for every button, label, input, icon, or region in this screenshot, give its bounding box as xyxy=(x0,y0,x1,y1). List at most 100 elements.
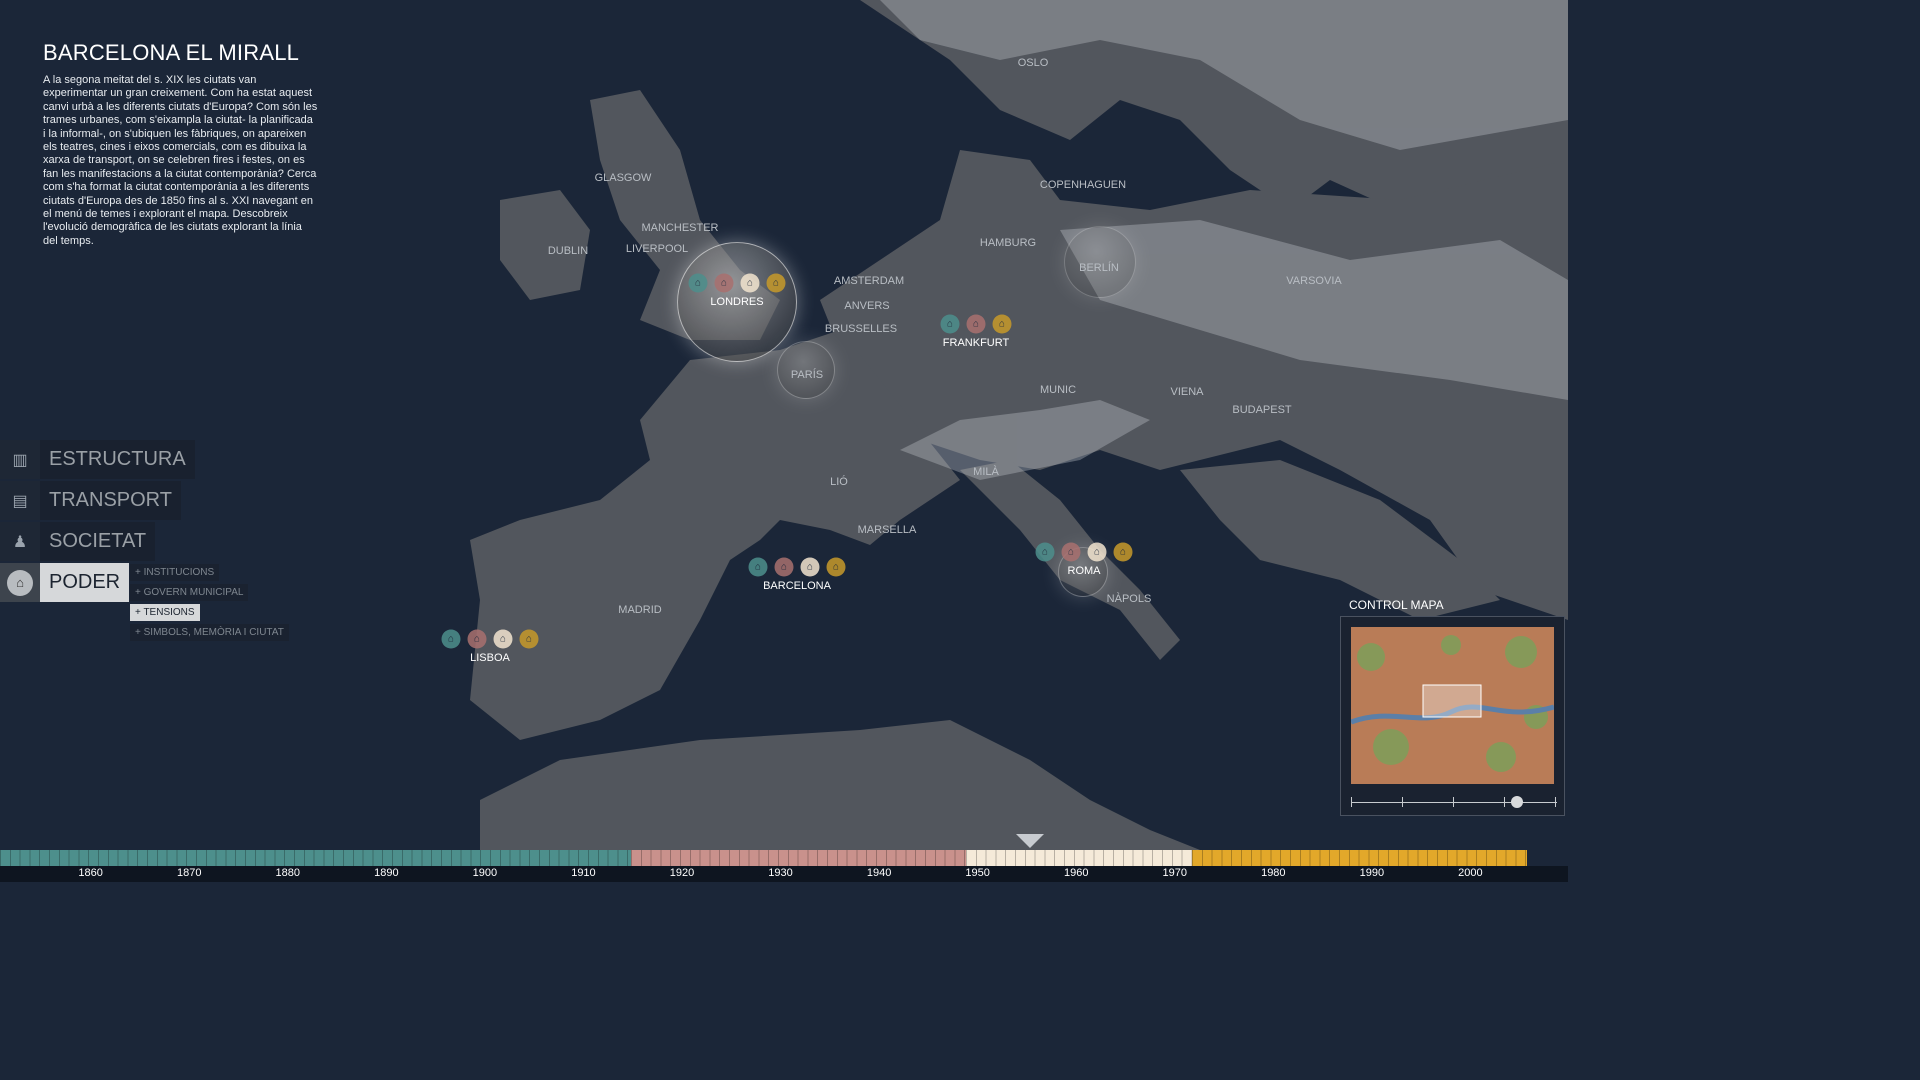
city-label-amsterdam[interactable]: AMSTERDAM xyxy=(834,275,904,287)
institution-icon[interactable]: ⌂ xyxy=(766,273,786,293)
menu-item-label: TRANSPORT xyxy=(40,481,181,520)
city-label-copenhaguen[interactable]: COPENHAGUEN xyxy=(1040,179,1126,191)
institution-icon[interactable]: ⌂ xyxy=(688,273,708,293)
intro-panel: BARCELONA EL MIRALL A la segona meitat d… xyxy=(43,40,318,248)
zoom-slider-handle[interactable] xyxy=(1511,796,1523,808)
submenu-item-institucions[interactable]: + INSTITUCIONS xyxy=(130,564,220,581)
city-label-frankfurt[interactable]: FRANKFURT xyxy=(943,337,1009,349)
city-label-viena[interactable]: VIENA xyxy=(1170,386,1203,398)
institution-icon[interactable]: ⌂ xyxy=(748,557,768,577)
timeline-years: 1860 1870 1880 1890 1900 1910 1920 1930 1940 1950… xyxy=(0,866,1568,882)
city-label-londres[interactable]: LONDRES xyxy=(710,296,763,308)
roma-theme-dots: ⌂ ⌂ ⌂ ⌂ xyxy=(1035,542,1133,562)
city-label-paris[interactable]: PARÍS xyxy=(791,369,823,381)
city-label-glasgow[interactable]: GLASGOW xyxy=(595,172,652,184)
institution-icon[interactable]: ⌂ xyxy=(992,314,1012,334)
city-label-manchester[interactable]: MANCHESTER xyxy=(641,222,718,234)
timeline-year-label: 1930 xyxy=(768,867,793,879)
building-icon: ▥ xyxy=(0,440,40,479)
institution-icon[interactable]: ⌂ xyxy=(800,557,820,577)
city-label-oslo[interactable]: OSLO xyxy=(1018,57,1049,69)
timeline-year-label: 1880 xyxy=(275,867,301,879)
timeline-period[interactable] xyxy=(0,850,631,866)
slider-tick xyxy=(1402,797,1403,807)
submenu-poder: + INSTITUCIONS + GOVERN MUNICIPAL + TENS… xyxy=(130,564,289,644)
city-label-barcelona[interactable]: BARCELONA xyxy=(763,580,831,592)
timeline-year-label: 1970 xyxy=(1162,867,1188,879)
timeline-year-label: 1920 xyxy=(669,867,695,879)
timeline-year-label: 1990 xyxy=(1359,867,1385,879)
tram-icon: ▤ xyxy=(0,481,40,520)
city-label-madrid[interactable]: MADRID xyxy=(618,604,661,616)
slider-tick xyxy=(1351,797,1352,807)
timeline-year-label: 1950 xyxy=(965,867,990,879)
timeline-year-label: 1900 xyxy=(472,867,498,879)
menu-item-estructura[interactable]: ▥ ESTRUCTURA xyxy=(0,440,195,479)
zoom-slider-track[interactable] xyxy=(1351,802,1557,803)
people-icon: ♟ xyxy=(0,522,40,561)
intro-text: A la segona meitat del s. XIX les ciutat… xyxy=(43,74,318,247)
institution-icon[interactable]: ⌂ xyxy=(740,273,760,293)
timeline-pointer[interactable] xyxy=(1016,834,1044,848)
institution-icon[interactable]: ⌂ xyxy=(1113,542,1133,562)
institution-icon[interactable]: ⌂ xyxy=(467,629,487,649)
institution-icon[interactable]: ⌂ xyxy=(1087,542,1107,562)
institution-icon[interactable]: ⌂ xyxy=(966,314,986,334)
app-title: BARCELONA EL MIRALL xyxy=(43,40,300,65)
institution-icon[interactable]: ⌂ xyxy=(940,314,960,334)
london-theme-dots: ⌂ ⌂ ⌂ ⌂ xyxy=(688,273,786,293)
city-label-lio[interactable]: LIÓ xyxy=(830,476,848,488)
menu-item-label: SOCIETAT xyxy=(40,522,156,561)
timeline-year-label: 1980 xyxy=(1261,867,1286,879)
submenu-item-simbols[interactable]: + SIMBOLS, MEMÒRIA I CIUTAT xyxy=(130,624,289,641)
minimap[interactable] xyxy=(1351,627,1554,784)
city-label-anvers[interactable]: ANVERS xyxy=(844,300,889,312)
city-label-marsella[interactable]: MARSELLA xyxy=(858,524,917,536)
timeline-year-label: 1890 xyxy=(374,867,399,879)
timeline-period[interactable] xyxy=(630,850,966,866)
control-map-title: CONTROL MAPA xyxy=(1349,598,1444,612)
submenu-item-govern-municipal[interactable]: + GOVERN MUNICIPAL xyxy=(130,584,249,601)
slider-tick xyxy=(1453,797,1454,807)
menu-item-societat[interactable]: ♟ SOCIETAT xyxy=(0,522,195,561)
institution-icon[interactable]: ⌂ xyxy=(1061,542,1081,562)
institution-icon[interactable]: ⌂ xyxy=(493,629,513,649)
city-label-hamburg[interactable]: HAMBURG xyxy=(980,237,1036,249)
timeline-year-label: 1940 xyxy=(866,867,892,879)
slider-tick xyxy=(1504,797,1505,807)
institution-icon[interactable]: ⌂ xyxy=(826,557,846,577)
institution-icon[interactable]: ⌂ xyxy=(441,629,461,649)
menu-item-transport[interactable]: ▤ TRANSPORT xyxy=(0,481,195,520)
slider-tick xyxy=(1555,797,1556,807)
city-label-dublin[interactable]: DUBLIN xyxy=(548,245,588,257)
submenu-item-tensions[interactable]: + TENSIONS xyxy=(130,604,200,621)
timeline-period[interactable] xyxy=(965,850,1193,866)
city-label-berlin[interactable]: BERLÍN xyxy=(1079,262,1119,274)
lisboa-theme-dots: ⌂ ⌂ ⌂ ⌂ xyxy=(441,629,539,649)
city-label-brusselles[interactable]: BRUSSELLES xyxy=(825,323,897,335)
institution-icon[interactable]: ⌂ xyxy=(714,273,734,293)
menu-item-label: PODER xyxy=(40,563,130,602)
timeline-year-label: 1960 xyxy=(1063,867,1089,879)
city-label-mila[interactable]: MILÀ xyxy=(973,466,999,478)
barcelona-theme-dots: ⌂ ⌂ ⌂ ⌂ xyxy=(748,557,846,577)
city-label-lisboa[interactable]: LISBOA xyxy=(470,652,510,664)
timeline-period[interactable] xyxy=(1192,850,1527,866)
institution-icon[interactable]: ⌂ xyxy=(519,629,539,649)
city-label-munic[interactable]: MUNIC xyxy=(1040,384,1076,396)
timeline-year-label: 1910 xyxy=(571,867,596,879)
city-label-napols[interactable]: NÀPOLS xyxy=(1107,593,1152,605)
city-label-budapest[interactable]: BUDAPEST xyxy=(1232,404,1291,416)
timeline-year-label: 1860 xyxy=(78,867,103,879)
government-icon: ⌂ xyxy=(0,563,40,602)
timeline-bar[interactable] xyxy=(0,850,1568,866)
timeline-year-label: 1870 xyxy=(176,867,202,879)
city-label-varsovia[interactable]: VARSOVIA xyxy=(1286,275,1341,287)
city-label-roma[interactable]: ROMA xyxy=(1068,565,1101,577)
control-map-panel xyxy=(1340,616,1565,816)
city-label-liverpool[interactable]: LIVERPOOL xyxy=(626,243,688,255)
frankfurt-theme-dots: ⌂ ⌂ ⌂ xyxy=(940,314,1012,334)
institution-icon[interactable]: ⌂ xyxy=(774,557,794,577)
institution-icon[interactable]: ⌂ xyxy=(1035,542,1055,562)
timeline-year-label: 2000 xyxy=(1458,867,1483,879)
